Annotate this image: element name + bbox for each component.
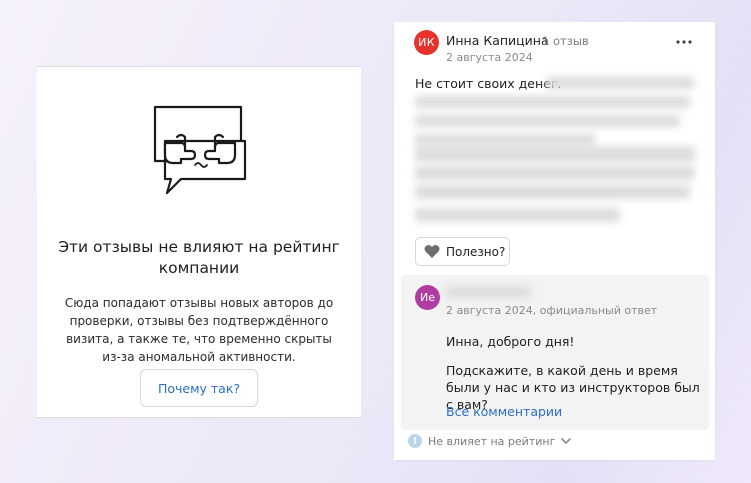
all-comments-link[interactable]: Все комментарии: [446, 404, 562, 419]
reply-date: 2 августа 2024, официальный ответ: [446, 304, 658, 317]
reply-text: Инна, доброго дня! Подскажите, в какой д…: [446, 333, 701, 413]
blurred-text: [415, 115, 680, 127]
info-icon: !: [408, 434, 422, 448]
review-date: 2 августа 2024: [446, 51, 533, 64]
chevron-down-icon: [561, 438, 572, 445]
blurred-text: [415, 96, 690, 108]
helpful-label: Полезно?: [446, 244, 506, 259]
blurred-company-name: [446, 286, 531, 298]
review-card: ИК Инна Капицина 1 отзыв 2 августа 2024 …: [394, 22, 715, 460]
more-dots-icon[interactable]: [675, 34, 693, 50]
blurred-text: [415, 166, 695, 180]
rating-note-label: Не влияет на рейтинг: [428, 434, 556, 448]
blurred-text: [415, 146, 695, 162]
blurred-text: [546, 77, 694, 89]
helpful-button[interactable]: Полезно?: [415, 237, 510, 266]
heart-icon: [424, 244, 440, 258]
avatar[interactable]: ИК: [414, 30, 439, 55]
blurred-text: [415, 134, 595, 146]
why-button[interactable]: Почему так?: [140, 369, 258, 407]
info-panel: Эти отзывы не влияют на рейтинг компании…: [37, 66, 361, 418]
review-text: Не стоит своих денег.: [415, 76, 562, 91]
blurred-text: [415, 208, 620, 222]
official-reply: Ие 2 августа 2024, официальный ответ Инн…: [401, 275, 709, 430]
info-description: Сюда попадают отзывы новых авторов до пр…: [64, 296, 334, 364]
blurred-text: [415, 185, 690, 199]
rating-note[interactable]: ! Не влияет на рейтинг: [408, 434, 572, 448]
hidden-chat-icon: [153, 105, 247, 195]
review-count: 1 отзыв: [542, 34, 589, 48]
reply-greeting: Инна, доброго дня!: [446, 334, 575, 349]
company-avatar[interactable]: Ие: [415, 285, 440, 310]
author-name[interactable]: Инна Капицина: [446, 33, 549, 48]
info-title: Эти отзывы не влияют на рейтинг компании: [58, 238, 340, 277]
